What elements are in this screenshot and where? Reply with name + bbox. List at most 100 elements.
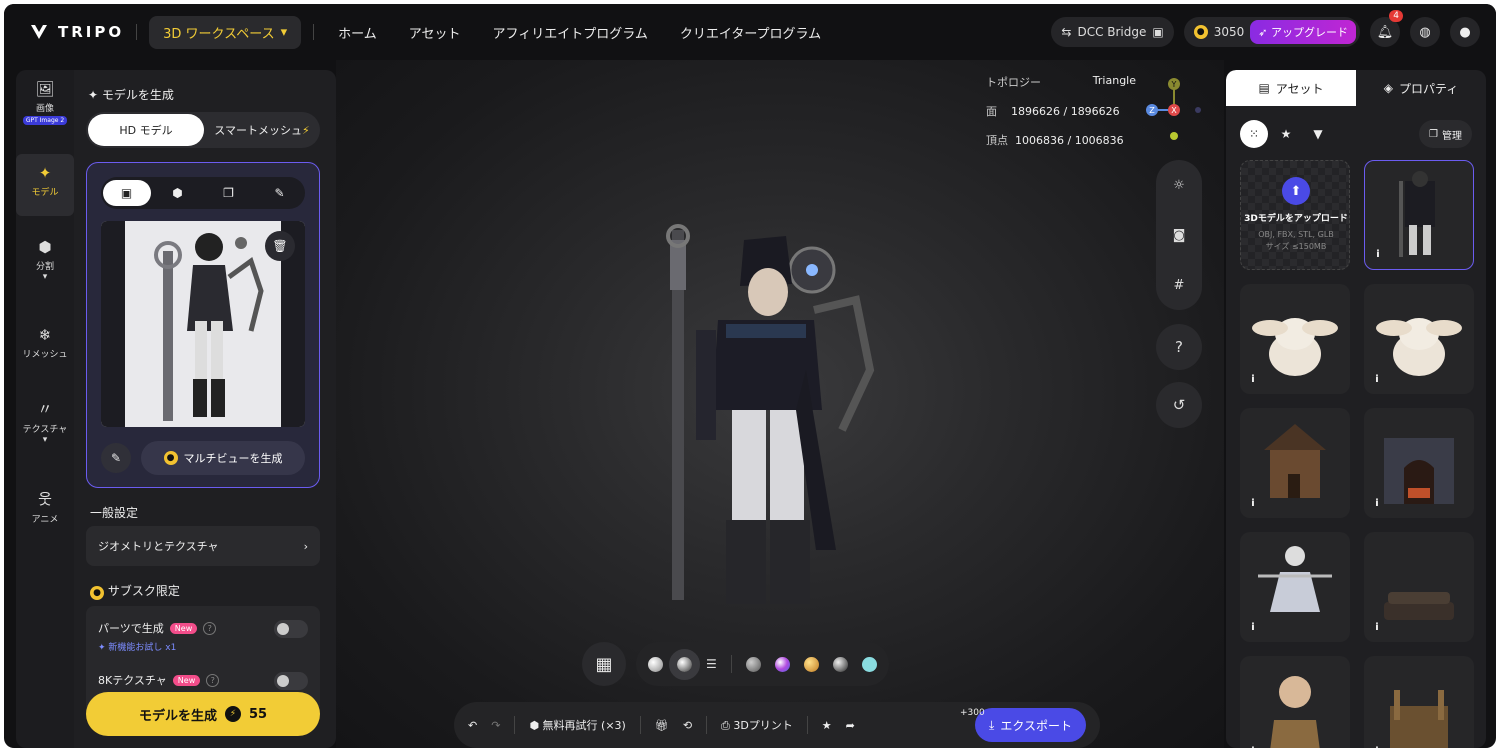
undo-icon[interactable]: ↶ <box>468 719 477 732</box>
help-button[interactable]: ? <box>1156 324 1202 370</box>
rail-item-anime[interactable]: 웃 アニメ <box>16 488 74 525</box>
history-icon: ↺ <box>1172 396 1186 414</box>
gallery-mode-tab[interactable]: ❐ <box>205 186 253 200</box>
rail-item-image[interactable]: 🖼︎ 画像 GPT Image 2 <box>16 80 74 125</box>
account-button[interactable]: ● <box>1450 17 1480 47</box>
workspace-dropdown[interactable]: 3D ワークスペース ▾ <box>149 15 302 49</box>
geometry-texture-button[interactable]: ジオメトリとテクスチャ › <box>86 526 320 566</box>
grid-button[interactable]: # <box>1156 278 1202 293</box>
help-icon[interactable]: ? <box>206 673 220 687</box>
trial-note: ✦ 新機能お試し x1 <box>98 640 176 653</box>
divider <box>639 716 641 734</box>
filter-button[interactable]: ▼ <box>1304 120 1332 148</box>
asset-card-sofa[interactable]: i <box>1364 532 1474 642</box>
faces-label: 面 <box>986 105 997 118</box>
help-icon[interactable]: ? <box>203 621 217 635</box>
history-button[interactable]: ↺ <box>1156 382 1202 428</box>
tripo-logo[interactable]: TRIPO <box>30 23 124 41</box>
redo-icon[interactable]: ↷ <box>491 719 500 732</box>
notification-button[interactable]: 🔔︎ 4 <box>1370 10 1403 47</box>
multiview-mode-tab[interactable]: ⬢ <box>154 186 202 200</box>
retry-button[interactable]: ⬢ 無料再試行 (×3) <box>529 717 625 733</box>
info-icon[interactable]: i <box>1370 622 1384 636</box>
retry-label: 無料再試行 (×3) <box>542 719 626 732</box>
credits-pill[interactable]: ● 3050 ➶ アップグレード <box>1183 17 1360 47</box>
info-icon[interactable]: i <box>1371 249 1385 263</box>
tool-rail: 🖼︎ 画像 GPT Image 2 ✦ モデル ⬢ 分割 ▾ ❄ リメッシュ 〃… <box>16 70 74 748</box>
nav-affiliate[interactable]: アフィリエイトプログラム <box>492 23 647 42</box>
dark-material-button[interactable] <box>832 656 848 672</box>
favorites-filter-button[interactable]: ★ <box>1272 120 1300 148</box>
cyan-material-button[interactable] <box>861 656 877 672</box>
info-icon[interactable]: i <box>1246 374 1260 388</box>
rail-item-texture[interactable]: 〃 テクスチャ ▾ <box>16 398 74 445</box>
lighting-button[interactable]: ☼ <box>1156 178 1202 193</box>
info-icon[interactable]: i <box>1370 374 1384 388</box>
nav-creator[interactable]: クリエイタープログラム <box>680 23 821 42</box>
smart-mesh-tab[interactable]: スマートメッシュ⚡ <box>204 122 320 138</box>
3d-print-button[interactable]: ⎙ 3Dプリント <box>721 717 793 733</box>
iridescent-material-button[interactable] <box>774 656 790 672</box>
asset-card-throne[interactable]: i <box>1364 656 1474 748</box>
8k-texture-option: 8Kテクスチャ New ? <box>98 672 220 688</box>
matte-sphere-button[interactable] <box>648 656 663 672</box>
rail-item-model[interactable]: ✦ モデル <box>16 154 74 216</box>
axis-gizmo[interactable]: Y Z X <box>1144 76 1204 146</box>
globe-icon: ◍ <box>1419 24 1431 40</box>
asset-card-house[interactable]: i <box>1240 408 1350 518</box>
rail-item-remesh[interactable]: ❄ リメッシュ <box>16 326 74 360</box>
character-model[interactable] <box>656 220 896 610</box>
asset-card-bunny-2[interactable]: i <box>1364 284 1474 394</box>
nav-assets[interactable]: アセット <box>409 23 461 42</box>
asset-card-bunny-1[interactable]: i <box>1240 284 1350 394</box>
info-icon[interactable]: i <box>1246 498 1260 512</box>
adjust-icon[interactable]: ☰ <box>706 657 717 671</box>
8k-texture-label: 8Kテクスチャ <box>98 674 167 687</box>
tab-properties[interactable]: ◈ プロパティ <box>1356 70 1486 106</box>
rail-item-split[interactable]: ⬢ 分割 ▾ <box>16 238 74 282</box>
gift-icon[interactable]: 🎁︎ <box>655 719 669 732</box>
gold-material-button[interactable] <box>803 656 819 672</box>
print-label: 3Dプリント <box>733 719 793 732</box>
3d-viewport[interactable]: トポロジー Triangle 面 1896626 / 1896626 頂点 100… <box>336 60 1224 748</box>
generate-model-button[interactable]: モデルを生成 ⚡ 55 <box>86 692 320 736</box>
hd-model-tab[interactable]: HD モデル <box>88 114 204 146</box>
shaded-sphere-button[interactable] <box>669 648 700 680</box>
coin-icon: ● <box>163 451 178 465</box>
upgrade-button[interactable]: ➶ アップグレード <box>1250 20 1356 44</box>
asset-card-woman[interactable]: i <box>1240 656 1350 748</box>
info-icon[interactable]: i <box>1370 746 1384 748</box>
asset-card-girl[interactable]: i <box>1240 532 1350 642</box>
info-icon[interactable]: i <box>1246 622 1260 636</box>
asset-card-character[interactable]: i <box>1364 160 1474 270</box>
export-button[interactable]: ⤓ エクスポート <box>975 708 1086 742</box>
parts-toggle[interactable] <box>274 620 308 638</box>
nav-home[interactable]: ホーム <box>338 23 377 42</box>
rotate-icon[interactable]: ⟲ <box>683 719 692 732</box>
image-mode-tab[interactable]: ▣ <box>102 180 151 206</box>
gray-material-button[interactable] <box>745 656 761 672</box>
axis-y-label: Y <box>1171 80 1177 89</box>
screenshot-button[interactable]: ◙ <box>1156 228 1202 243</box>
generate-multiview-button[interactable]: ● マルチビューを生成 <box>141 441 305 475</box>
info-icon[interactable]: i <box>1370 498 1384 512</box>
info-icon[interactable]: i <box>1246 746 1260 748</box>
input-image-preview[interactable]: 🗑︎ <box>101 221 305 427</box>
upload-icon: ⬆ <box>1282 177 1310 205</box>
dcc-bridge-button[interactable]: ⇆ DCC Bridge ▣ <box>1051 17 1174 47</box>
tab-assets[interactable]: ▤ アセット <box>1226 70 1356 106</box>
texture-thumbnail[interactable]: ▦ <box>582 642 626 686</box>
star-icon[interactable]: ★ <box>822 719 832 732</box>
manage-button[interactable]: ❐ 管理 <box>1419 120 1472 148</box>
asset-card-fireplace[interactable]: i <box>1364 408 1474 518</box>
delete-image-button[interactable]: 🗑︎ <box>265 231 295 261</box>
edit-image-button[interactable]: ✎ <box>101 443 131 473</box>
share-icon[interactable]: ➦ <box>846 719 855 732</box>
text-mode-tab[interactable]: ✎ <box>256 186 304 200</box>
8k-texture-toggle[interactable] <box>274 672 308 690</box>
notification-badge: 4 <box>1389 10 1403 22</box>
grid-view-button[interactable]: ⁙ <box>1240 120 1268 148</box>
language-button[interactable]: ◍ <box>1410 17 1440 47</box>
upload-card[interactable]: ⬆ 3Dモデルをアップロード OBJ, FBX, STL, GLB サイズ ≤15… <box>1240 160 1350 270</box>
divider <box>313 24 315 40</box>
